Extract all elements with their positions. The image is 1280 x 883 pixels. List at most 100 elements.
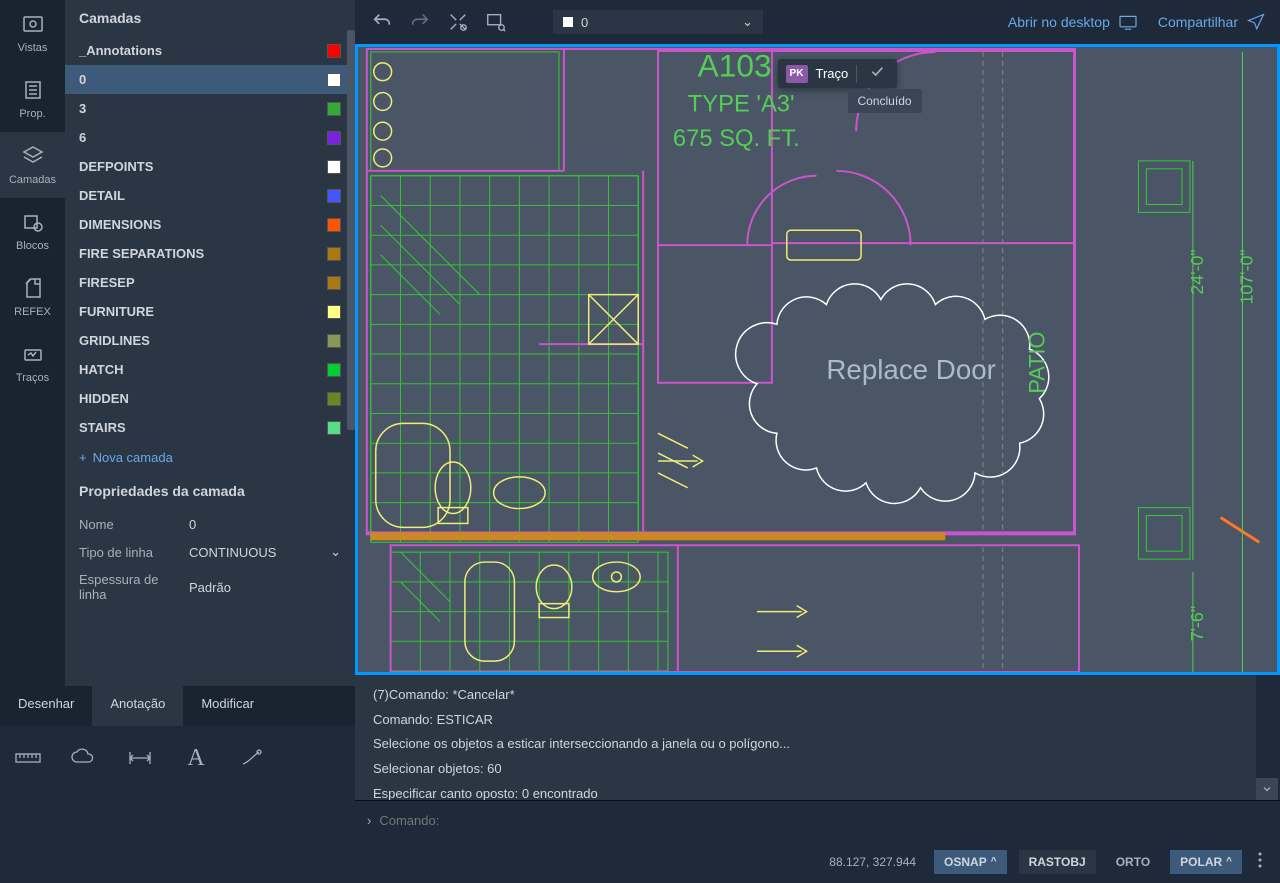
trace-badge: PK Traço <box>778 59 898 88</box>
layer-row[interactable]: FIRESEP <box>65 268 355 297</box>
linetype-value: CONTINUOUS <box>189 545 276 560</box>
tab-annotate[interactable]: Anotação <box>92 686 183 726</box>
open-desktop-link[interactable]: Abrir no desktop <box>1008 14 1138 30</box>
svg-text:TYPE 'A3': TYPE 'A3' <box>688 90 795 117</box>
plus-icon: + <box>79 450 87 465</box>
status-more-button[interactable] <box>1254 852 1266 871</box>
layer-list: _Annotations 0 36DEFPOINTS DETAIL DIMENSIONS… <box>65 36 355 442</box>
layer-color-swatch[interactable] <box>327 73 341 87</box>
scrollbar[interactable] <box>347 30 355 430</box>
layer-color-swatch[interactable] <box>327 131 341 145</box>
layer-color-swatch[interactable] <box>327 218 341 232</box>
layer-name: STAIRS <box>79 420 327 435</box>
trace-avatar: PK <box>786 65 808 83</box>
command-input-bar: › <box>355 800 1280 840</box>
nav-blocos[interactable]: Blocos <box>0 198 65 264</box>
layer-color-swatch <box>563 17 573 27</box>
command-input[interactable] <box>379 813 1268 828</box>
layer-props-title: Propriedades da camada <box>79 483 341 499</box>
layer-color-swatch[interactable] <box>327 305 341 319</box>
layer-color-swatch[interactable] <box>327 247 341 261</box>
text-icon: A <box>187 745 204 772</box>
tab-draw[interactable]: Desenhar <box>0 686 92 726</box>
cloud-icon <box>70 744 98 772</box>
nav-vistas[interactable]: Vistas <box>0 0 65 66</box>
svg-text:24'-0": 24'-0" <box>1187 249 1207 294</box>
layer-row[interactable]: _Annotations <box>65 36 355 65</box>
linear-dim-tool[interactable] <box>126 744 154 772</box>
command-history-scroll-down[interactable] <box>1256 778 1278 800</box>
trace-label: Traço <box>816 66 849 81</box>
leader-tool[interactable] <box>238 744 266 772</box>
revcloud-tool[interactable] <box>70 744 98 772</box>
layer-row[interactable]: DEFPOINTS <box>65 152 355 181</box>
layer-color-swatch[interactable] <box>327 160 341 174</box>
command-history-line: (7)Comando: *Cancelar* <box>373 683 1238 708</box>
share-link[interactable]: Compartilhar <box>1158 13 1266 31</box>
nav-label: REFEX <box>14 306 51 318</box>
zoom-extents-icon <box>447 11 469 33</box>
layer-color-swatch[interactable] <box>327 189 341 203</box>
redo-button[interactable] <box>407 9 433 35</box>
nav-refex[interactable]: REFEX <box>0 264 65 330</box>
layer-name: 0 <box>79 72 327 87</box>
drawing-canvas[interactable]: A103 TYPE 'A3' 675 SQ. FT. PATIO 24'-0" … <box>355 44 1280 675</box>
annotation-tools: A <box>0 726 355 790</box>
nav-prop[interactable]: Prop. <box>0 66 65 132</box>
open-desktop-label: Abrir no desktop <box>1008 14 1110 30</box>
xref-icon <box>21 276 45 300</box>
command-history[interactable]: (7)Comando: *Cancelar*Comando: ESTICARSe… <box>355 675 1256 800</box>
ruler-icon <box>14 744 42 772</box>
undo-button[interactable] <box>369 9 395 35</box>
layer-row[interactable]: GRIDLINES <box>65 326 355 355</box>
rastobj-toggle[interactable]: RASTOBJ <box>1019 850 1096 874</box>
polar-toggle[interactable]: POLAR ^ <box>1170 850 1242 874</box>
nav-tracos[interactable]: Traços <box>0 330 65 396</box>
layer-color-swatch[interactable] <box>327 363 341 377</box>
linetype-select[interactable]: CONTINUOUS ⌄ <box>189 544 341 560</box>
zoom-extents-button[interactable] <box>445 9 471 35</box>
layer-row[interactable]: 6 <box>65 123 355 152</box>
dimension-icon <box>126 744 154 772</box>
layer-row[interactable]: 0 <box>65 65 355 94</box>
layer-color-swatch[interactable] <box>327 276 341 290</box>
layer-row[interactable]: FURNITURE <box>65 297 355 326</box>
layer-name: DETAIL <box>79 188 327 203</box>
nav-camadas[interactable]: Camadas <box>0 132 65 198</box>
polar-label: POLAR <box>1180 855 1222 869</box>
dimension-tool[interactable] <box>14 744 42 772</box>
desktop-icon <box>1118 14 1138 30</box>
layer-color-swatch[interactable] <box>327 421 341 435</box>
layer-row[interactable]: 3 <box>65 94 355 123</box>
tab-modify[interactable]: Modificar <box>183 686 272 726</box>
views-icon <box>21 12 45 36</box>
layer-row[interactable]: DETAIL <box>65 181 355 210</box>
layer-row[interactable]: FIRE SEPARATIONS <box>65 239 355 268</box>
layer-color-swatch[interactable] <box>327 44 341 58</box>
layer-row[interactable]: HIDDEN <box>65 384 355 413</box>
chevron-down-icon: ⌄ <box>330 544 341 560</box>
layer-row[interactable]: HATCH <box>65 355 355 384</box>
prop-name-value[interactable]: 0 <box>189 517 341 532</box>
layer-color-swatch[interactable] <box>327 334 341 348</box>
layer-name: FIRE SEPARATIONS <box>79 246 327 261</box>
trace-finish-button[interactable] <box>865 63 889 84</box>
osnap-toggle[interactable]: OSNAP ^ <box>934 850 1007 874</box>
check-icon <box>869 63 885 79</box>
share-label: Compartilhar <box>1158 14 1238 30</box>
layer-color-swatch[interactable] <box>327 392 341 406</box>
orto-toggle[interactable]: ORTO <box>1108 850 1158 874</box>
layers-panel: Camadas _Annotations036DEFPOINTSDETAILDI… <box>65 0 355 686</box>
text-tool[interactable]: A <box>182 744 210 772</box>
new-layer-button[interactable]: + Nova camada <box>65 442 355 473</box>
zoom-window-button[interactable] <box>483 9 509 35</box>
chevron-up-icon: ^ <box>1226 856 1232 867</box>
leader-icon <box>238 744 266 772</box>
chevron-down-icon: ⌄ <box>742 14 753 30</box>
layer-name: FIRESEP <box>79 275 327 290</box>
layer-row[interactable]: STAIRS <box>65 413 355 442</box>
layer-color-swatch[interactable] <box>327 102 341 116</box>
current-layer-dropdown[interactable]: 0 ⌄ <box>553 10 763 34</box>
layer-row[interactable]: DIMENSIONS <box>65 210 355 239</box>
prop-lineweight-value[interactable]: Padrão <box>189 580 341 595</box>
